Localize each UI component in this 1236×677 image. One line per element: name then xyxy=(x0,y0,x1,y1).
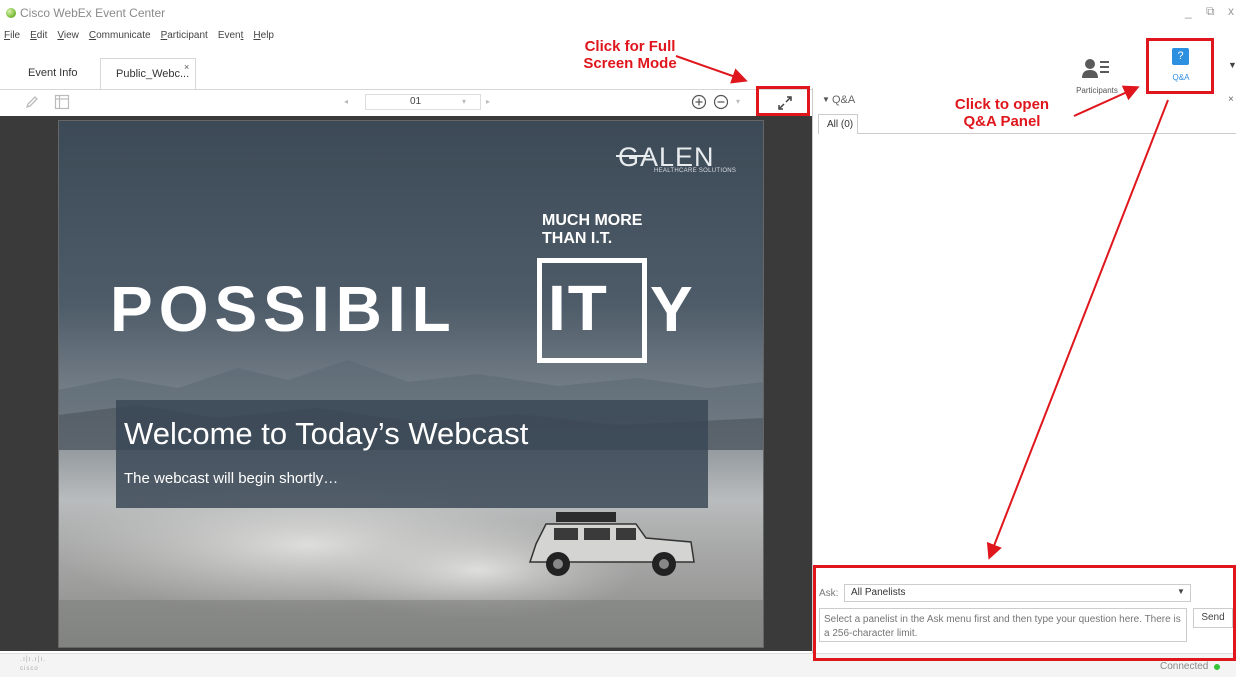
zoom-in-icon[interactable] xyxy=(690,93,708,111)
cisco-bars-icon: .ı|ı.ı|ı. xyxy=(20,656,47,663)
qa-callout-line2: Q&A Panel xyxy=(963,113,1041,130)
window-title: Cisco WebEx Event Center xyxy=(20,6,166,20)
thumbnails-icon[interactable] xyxy=(54,94,70,110)
menu-view-label: iew xyxy=(63,30,79,41)
menu-edit[interactable]: Edit xyxy=(30,30,47,44)
more-panels-chevron-icon[interactable]: ▼ xyxy=(1228,60,1236,70)
fullscreen-callout-line2: Screen Mode xyxy=(583,55,677,72)
slide-border xyxy=(58,120,764,648)
tab-close-icon[interactable]: × xyxy=(184,62,189,72)
qa-label: Q&A xyxy=(1172,73,1190,82)
menu-help[interactable]: Help xyxy=(253,30,274,44)
qa-callout: Click to open Q&A Panel xyxy=(932,96,1072,130)
prev-page-icon[interactable]: ◂ xyxy=(344,97,348,106)
participants-label: Participants xyxy=(1076,86,1118,95)
tab-public-webcast-label: Public_Webc... xyxy=(116,68,190,80)
menu-bar: File Edit View Communicate Participant E… xyxy=(4,30,274,44)
send-button[interactable]: Send xyxy=(1193,608,1233,628)
close-button[interactable]: x xyxy=(1228,4,1234,18)
qa-question-list xyxy=(813,134,1236,574)
menu-edit-accel: E xyxy=(30,30,37,41)
qa-tab-divider xyxy=(858,133,1236,134)
menu-help-accel: H xyxy=(253,30,261,41)
question-input[interactable] xyxy=(819,608,1187,642)
zoom-dropdown-icon[interactable]: ▾ xyxy=(736,97,740,106)
title-bar: Cisco WebEx Event Center _ ⧉ x xyxy=(0,0,1236,26)
page-dropdown-icon[interactable]: ▾ xyxy=(462,97,466,106)
menu-participant-label: articipant xyxy=(167,30,208,41)
chevron-down-icon: ▼ xyxy=(1177,587,1185,596)
qa-callout-line1: Click to open xyxy=(954,96,1050,113)
tab-public-webcast[interactable]: Public_Webc... × xyxy=(100,58,196,90)
qa-tab-all[interactable]: All (0) xyxy=(818,114,858,134)
connection-status: Connected xyxy=(1160,661,1209,672)
qa-icon: ? xyxy=(1172,48,1189,65)
shared-slide: GALEN HEALTHCARE SOLUTIONS MUCH MORE THA… xyxy=(58,120,764,648)
annotate-pen-icon[interactable] xyxy=(24,94,40,110)
webex-app-icon xyxy=(6,8,16,18)
menu-event[interactable]: Event xyxy=(218,30,244,44)
status-bar: .ı|ı.ı|ı. cisco Connected xyxy=(0,653,1236,677)
menu-event-accel: t xyxy=(240,30,244,41)
qa-panel-title: Q&A xyxy=(832,94,856,106)
zoom-out-icon[interactable] xyxy=(712,93,730,111)
page-number-field[interactable]: 01 ▾ xyxy=(365,94,481,110)
next-page-icon[interactable]: ▸ xyxy=(486,97,490,106)
restore-button[interactable]: ⧉ xyxy=(1206,4,1215,19)
menu-view[interactable]: View xyxy=(57,30,79,44)
menu-event-label: Even xyxy=(217,30,241,41)
menu-communicate-label: ommunicate xyxy=(96,30,151,41)
qa-panel-close-icon[interactable]: × xyxy=(1228,94,1234,105)
participants-icon xyxy=(1082,59,1109,78)
fullscreen-callout: Click for Full Screen Mode xyxy=(560,38,700,72)
menu-file-label: ile xyxy=(10,30,21,41)
page-number-value: 01 xyxy=(410,96,422,107)
ask-label: Ask: xyxy=(819,588,839,599)
menu-edit-label: dit xyxy=(36,30,48,41)
menu-file[interactable]: File xyxy=(4,30,20,44)
fullscreen-callout-line1: Click for Full xyxy=(584,38,676,55)
qa-collapse-icon[interactable]: ▼ xyxy=(822,95,830,104)
participants-panel-button[interactable]: Participants xyxy=(1068,52,1118,98)
menu-participant[interactable]: Participant xyxy=(161,30,208,44)
minimize-button[interactable]: _ xyxy=(1185,5,1192,19)
full-screen-icon[interactable] xyxy=(776,94,794,112)
ask-recipient-select[interactable]: All Panelists ▼ xyxy=(844,584,1191,602)
tab-event-info[interactable]: Event Info xyxy=(28,67,78,79)
ask-recipient-value: All Panelists xyxy=(851,587,906,598)
qa-tab-all-label: All (0) xyxy=(827,119,854,130)
fullscreen-arrow xyxy=(675,55,748,84)
connection-status-dot xyxy=(1214,664,1220,670)
menu-communicate[interactable]: Communicate xyxy=(89,30,151,44)
qa-panel-button[interactable]: ? Q&A xyxy=(1150,40,1212,92)
menu-help-label: elp xyxy=(260,30,274,41)
cisco-logo: cisco xyxy=(20,666,39,672)
